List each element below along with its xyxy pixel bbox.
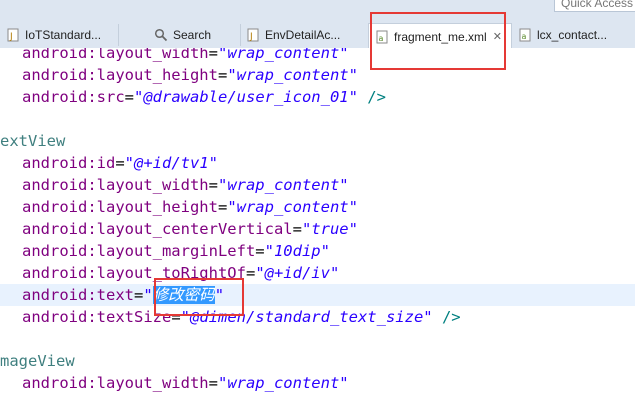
code-line: android:textSize="@dimen/standard_text_s… xyxy=(22,308,461,326)
code-line: android:layout_width="wrap_content" xyxy=(22,374,349,392)
code-line: android:layout_height="wrap_content" xyxy=(22,198,358,216)
tab-iotstandard[interactable]: J IoTStandard... xyxy=(0,24,119,46)
close-icon[interactable]: ✕ xyxy=(493,30,502,43)
xml-file-icon: a xyxy=(518,28,532,42)
java-file-icon: J xyxy=(6,28,20,42)
svg-text:J: J xyxy=(9,32,13,42)
code-line: android:src="@drawable/user_icon_01" /> xyxy=(22,88,386,106)
code-line-current: android:text="修改密码" xyxy=(0,284,635,306)
svg-text:a: a xyxy=(379,34,384,43)
tab-label: lcx_contact... xyxy=(537,28,608,42)
tab-label: IoTStandard... xyxy=(25,28,102,42)
code-line: mageView xyxy=(0,352,75,370)
code-line: android:layout_height="wrap_content" xyxy=(22,66,358,84)
code-line: android:layout_marginLeft="10dip" xyxy=(22,242,330,260)
search-icon xyxy=(154,28,168,42)
tab-search[interactable]: Search xyxy=(148,24,241,46)
code-line: android:id="@+id/tv1" xyxy=(22,154,218,172)
quick-access-field[interactable]: Quick Access xyxy=(554,0,635,12)
java-file-icon: J xyxy=(246,28,260,42)
tab-envdetail[interactable]: J EnvDetailAc... xyxy=(240,24,369,46)
code-line: android:layout_width="wrap_content" xyxy=(22,176,349,194)
code-line: android:layout_toRightOf="@+id/iv" xyxy=(22,264,340,282)
tab-label: EnvDetailAc... xyxy=(265,28,341,42)
window-top-strip: Quick Access xyxy=(0,0,635,22)
code-line: android:layout_centerVertical="true" xyxy=(22,220,358,238)
xml-code-editor[interactable]: android:layout_width="wrap_content" andr… xyxy=(0,48,635,407)
tab-fragment-me-xml[interactable]: a fragment_me.xml ✕ xyxy=(368,23,512,49)
tab-lcx-contact[interactable]: a lcx_contact... xyxy=(512,24,635,46)
tab-label: Search xyxy=(173,28,212,42)
selected-text[interactable]: 修改密码 xyxy=(152,286,215,304)
xml-file-icon: a xyxy=(375,30,389,44)
editor-tab-bar: J IoTStandard... Search J EnvDetailAc...… xyxy=(0,22,635,49)
tab-label: fragment_me.xml xyxy=(394,29,487,44)
svg-text:J: J xyxy=(249,32,253,42)
svg-text:a: a xyxy=(522,32,527,41)
code-line: extView xyxy=(0,132,66,150)
code-line: android:layout_width="wrap_content" xyxy=(22,48,349,62)
